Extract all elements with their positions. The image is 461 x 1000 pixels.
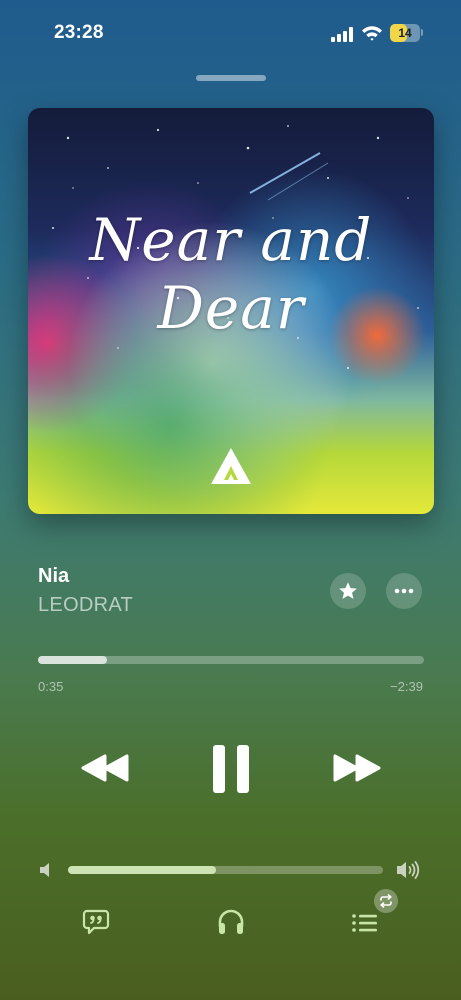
elapsed-time: 0:35 <box>38 679 64 694</box>
pause-icon <box>213 745 249 793</box>
album-artwork: Near and Dear <box>28 108 434 514</box>
cellular-signal-icon <box>331 26 355 42</box>
pause-button[interactable] <box>206 742 256 796</box>
lyrics-button[interactable] <box>82 908 110 936</box>
ellipsis-icon <box>394 588 414 594</box>
repeat-badge <box>374 889 398 913</box>
volume-level-fill <box>68 866 217 874</box>
headphones-icon <box>218 909 244 934</box>
status-time: 23:28 <box>54 22 104 43</box>
list-icon <box>352 914 377 932</box>
more-options-button[interactable] <box>386 573 422 609</box>
next-track-button[interactable] <box>328 748 384 788</box>
volume-high-icon <box>396 859 422 881</box>
battery-level: 14 <box>398 26 412 40</box>
sheet-grabber[interactable] <box>196 75 266 81</box>
track-artist[interactable]: LEODRAT <box>38 594 133 617</box>
rewind-icon <box>81 754 129 782</box>
album-art-title: Near and Dear <box>89 206 373 342</box>
volume-low-icon <box>38 861 54 879</box>
audio-output-button[interactable] <box>216 907 246 937</box>
fast-forward-icon <box>333 754 381 782</box>
battery-nub <box>421 29 423 36</box>
remaining-time: −2:39 <box>390 679 423 694</box>
wifi-icon <box>361 24 383 42</box>
favorite-button[interactable] <box>330 573 366 609</box>
track-title: Nia <box>38 565 70 587</box>
previous-track-button[interactable] <box>78 748 134 788</box>
repeat-icon <box>380 894 392 908</box>
queue-button[interactable] <box>350 910 380 936</box>
quote-bubble-icon <box>82 909 110 935</box>
volume-slider[interactable] <box>68 866 383 874</box>
playback-scrubber[interactable] <box>38 656 424 664</box>
battery-indicator: 14 <box>390 24 420 42</box>
star-icon <box>339 582 357 599</box>
playback-progress-fill <box>38 656 108 664</box>
